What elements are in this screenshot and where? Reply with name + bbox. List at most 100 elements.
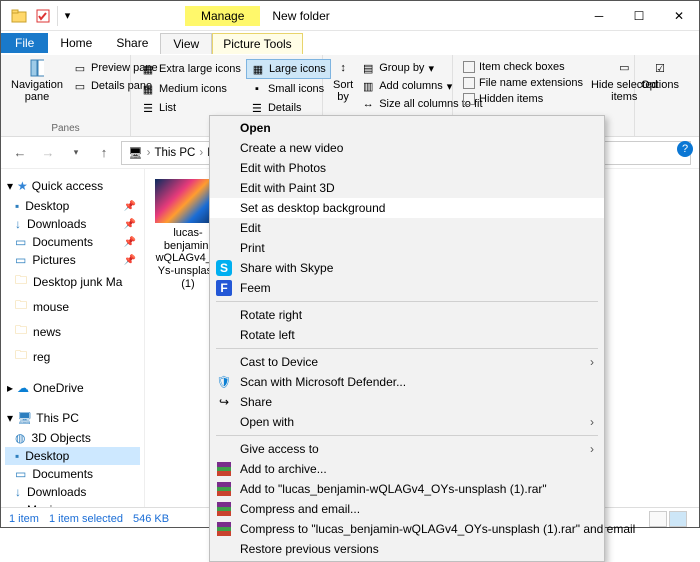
extra-large-icons-button[interactable]: ▦Extra large icons: [137, 59, 245, 79]
forward-button[interactable]: →: [37, 145, 59, 160]
checkbox-icon: [463, 93, 475, 105]
nav-downloads-tp[interactable]: ↓Downloads: [5, 483, 140, 501]
properties-icon[interactable]: [33, 6, 53, 26]
ctx-edit-photos[interactable]: Edit with Photos: [210, 158, 604, 178]
options-icon: ☑: [653, 61, 667, 75]
titlebar: ▾ Manage New folder ─ ☐ ✕: [1, 1, 699, 31]
details-view-button[interactable]: [649, 511, 667, 527]
thumbnails-view-button[interactable]: [669, 511, 687, 527]
nav-documents[interactable]: ▭Documents📌: [5, 233, 140, 251]
ctx-edit[interactable]: Edit: [210, 218, 604, 238]
folder-icon[interactable]: [9, 6, 29, 26]
hidden-items-toggle[interactable]: Hidden items: [459, 91, 587, 107]
context-menu: Open Create a new video Edit with Photos…: [209, 115, 605, 562]
rar-icon: [216, 461, 232, 477]
add-col-icon: ▥: [361, 79, 375, 93]
crumb-this-pc[interactable]: This PC: [154, 147, 195, 159]
chevron-right-icon: ›: [590, 415, 594, 429]
up-button[interactable]: ↑: [93, 145, 115, 160]
ctx-compress-to-email[interactable]: Compress to "lucas_benjamin-wQLAGv4_OYs-…: [210, 519, 604, 539]
rar-icon: [216, 521, 232, 537]
ctx-open-with[interactable]: Open with›: [210, 412, 604, 432]
back-button[interactable]: ←: [9, 145, 31, 160]
ctx-cast[interactable]: Cast to Device›: [210, 352, 604, 372]
chevron-right-icon: ›: [590, 442, 594, 456]
size-col-icon: ↔: [361, 97, 375, 111]
ctx-add-archive[interactable]: Add to archive...: [210, 459, 604, 479]
details-icon: ☰: [250, 101, 264, 115]
onedrive-header[interactable]: ▸ ☁ OneDrive: [5, 377, 140, 399]
ribbon-group-panes: Navigation pane ▭Preview pane ▭Details p…: [1, 55, 131, 136]
nav-3d-objects[interactable]: ◍3D Objects: [5, 429, 140, 447]
ctx-feem[interactable]: FFeem: [210, 278, 604, 298]
nav-desktop[interactable]: ▪Desktop📌: [5, 197, 140, 215]
help-button[interactable]: ?: [677, 141, 693, 157]
nav-music-tp[interactable]: ♪Music: [5, 501, 140, 507]
window-title: New folder: [272, 9, 329, 23]
checkbox-icon: [463, 61, 475, 73]
navigation-pane: ▾ ★ Quick access ▪Desktop📌 ↓Downloads📌 ▭…: [1, 169, 145, 507]
medium-icons-button[interactable]: ▦Medium icons: [137, 80, 245, 98]
xl-icons-icon: ▦: [141, 62, 155, 76]
menu-tabs: File Home Share View Picture Tools: [1, 31, 699, 55]
recent-button[interactable]: ▾: [65, 147, 87, 158]
chevron-right-icon: ›: [590, 355, 594, 369]
tab-home[interactable]: Home: [48, 33, 104, 53]
tab-picture-tools[interactable]: Picture Tools: [212, 33, 302, 54]
close-button[interactable]: ✕: [659, 1, 699, 31]
tab-share[interactable]: Share: [104, 33, 160, 53]
ribbon-group-options: ☑ Options: [635, 55, 685, 136]
options-button[interactable]: ☑ Options: [641, 59, 679, 93]
ctx-share[interactable]: ↪Share: [210, 392, 604, 412]
maximize-button[interactable]: ☐: [619, 1, 659, 31]
this-pc-header[interactable]: ▾ 🖥 This PC: [5, 407, 140, 429]
small-icons-button[interactable]: ▪Small icons: [246, 80, 331, 98]
nav-news[interactable]: 🗀news: [5, 319, 140, 344]
ctx-print[interactable]: Print: [210, 238, 604, 258]
status-size: 546 KB: [133, 513, 169, 525]
ctx-add-to-rar[interactable]: Add to "lucas_benjamin-wQLAGv4_OYs-unspl…: [210, 479, 604, 499]
manage-tab[interactable]: Manage: [185, 6, 260, 26]
details-pane-icon: ▭: [73, 79, 87, 93]
file-extensions-toggle[interactable]: File name extensions: [459, 75, 587, 91]
rar-icon: [216, 501, 232, 517]
nav-desktop-tp[interactable]: ▪Desktop: [5, 447, 140, 465]
ctx-open[interactable]: Open: [210, 118, 604, 138]
large-icons-icon: ▦: [251, 62, 265, 76]
qat-dropdown-icon[interactable]: ▾: [57, 6, 77, 26]
large-icons-button[interactable]: ▦Large icons: [246, 59, 331, 79]
sort-icon: ↕: [336, 61, 350, 75]
ctx-edit-paint3d[interactable]: Edit with Paint 3D: [210, 178, 604, 198]
nav-pictures[interactable]: ▭Pictures📌: [5, 251, 140, 269]
item-check-boxes-toggle[interactable]: Item check boxes: [459, 59, 587, 75]
ctx-compress-email[interactable]: Compress and email...: [210, 499, 604, 519]
nav-mouse[interactable]: 🗀mouse: [5, 294, 140, 319]
ctx-rotate-left[interactable]: Rotate left: [210, 325, 604, 345]
rar-icon: [216, 481, 232, 497]
file-menu[interactable]: File: [1, 33, 48, 53]
nav-documents-tp[interactable]: ▭Documents: [5, 465, 140, 483]
medium-icons-icon: ▦: [141, 82, 155, 96]
nav-downloads[interactable]: ↓Downloads📌: [5, 215, 140, 233]
group-label-panes: Panes: [1, 123, 130, 134]
skype-icon: S: [216, 260, 232, 276]
small-icons-icon: ▪: [250, 82, 264, 96]
hide-icon: ▭: [617, 61, 631, 75]
nav-desktop-junk[interactable]: 🗀Desktop junk Ma: [5, 269, 140, 294]
sort-by-button[interactable]: ↕ Sort by: [329, 59, 357, 113]
nav-pane-icon: [30, 61, 44, 75]
quick-access-header[interactable]: ▾ ★ Quick access: [5, 175, 140, 197]
ctx-scan-defender[interactable]: 🛡Scan with Microsoft Defender...: [210, 372, 604, 392]
defender-icon: 🛡: [216, 374, 232, 390]
navigation-pane-button[interactable]: Navigation pane: [7, 59, 67, 105]
ctx-give-access[interactable]: Give access to›: [210, 439, 604, 459]
ctx-create-video[interactable]: Create a new video: [210, 138, 604, 158]
ctx-restore-prev[interactable]: Restore previous versions: [210, 539, 604, 559]
tab-view[interactable]: View: [160, 33, 212, 54]
ctx-share-skype[interactable]: SShare with Skype: [210, 258, 604, 278]
ctx-set-desktop-bg[interactable]: Set as desktop background: [210, 198, 604, 218]
minimize-button[interactable]: ─: [579, 1, 619, 31]
group-icon: ▤: [361, 61, 375, 75]
ctx-rotate-right[interactable]: Rotate right: [210, 305, 604, 325]
nav-reg[interactable]: 🗀reg: [5, 344, 140, 369]
